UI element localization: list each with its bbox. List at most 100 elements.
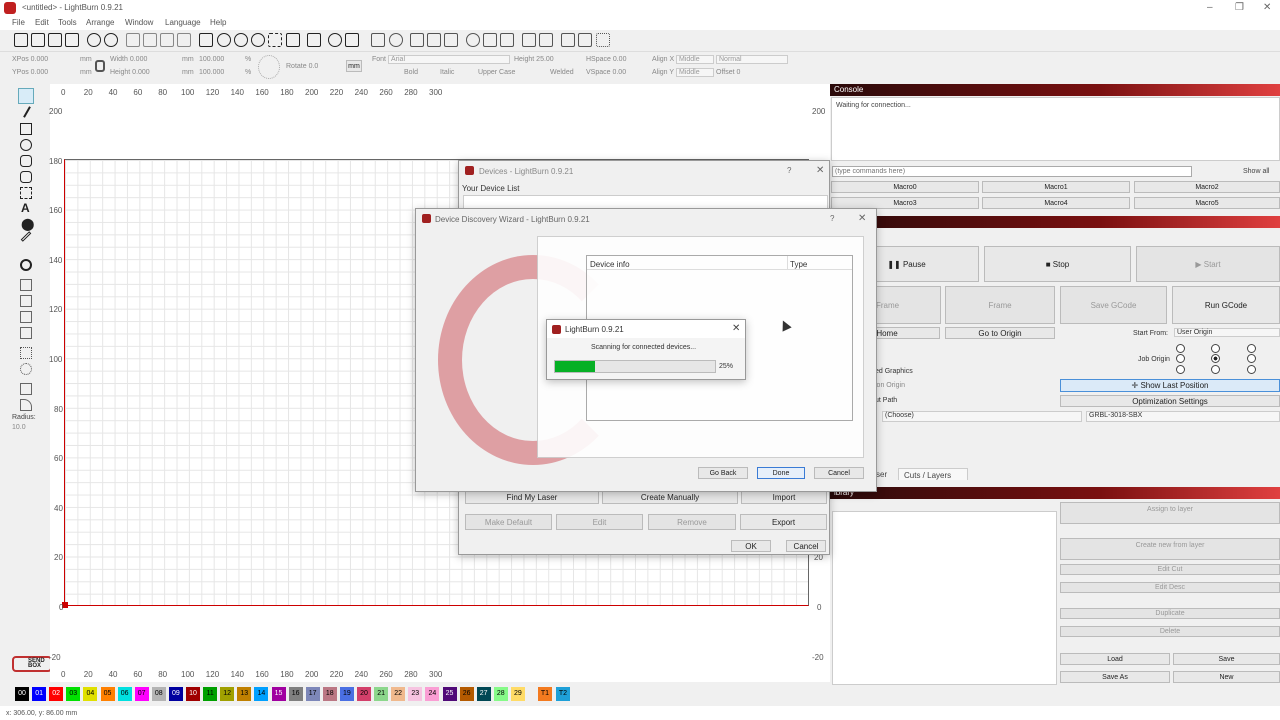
lock-ratio-icon[interactable] [95,60,105,72]
boolean-exclude-icon[interactable] [20,327,32,339]
palette-swatch-27[interactable]: 27 [476,687,491,701]
width-field[interactable]: Width 0.000 [110,56,147,63]
device-select[interactable]: GRBL-3018-SBX [1086,411,1280,422]
pen-tool-icon[interactable] [23,106,31,118]
boolean-subtract-icon[interactable] [20,295,32,307]
text-height-field[interactable]: Height 25.00 [514,56,554,63]
undo-icon[interactable] [87,33,101,47]
job-origin-radio-tc[interactable] [1211,344,1220,353]
start-from-select[interactable]: User Origin [1174,328,1280,337]
palette-swatch-24[interactable]: 24 [425,687,440,701]
align-bottom-icon[interactable] [578,33,592,47]
palette-swatch-18[interactable]: 18 [322,687,337,701]
console-command-input[interactable] [832,166,1192,177]
progress-close-icon[interactable]: ✕ [732,323,740,334]
go-back-button[interactable]: Go Back [698,467,748,479]
stop-button[interactable]: ■ Stop [984,246,1131,282]
distribute-v-icon[interactable] [539,33,553,47]
rotate-field[interactable]: Rotate 0.0 [286,63,318,70]
tab-laser[interactable]: ser [876,470,887,479]
menu-tools[interactable]: Tools [58,18,77,27]
palette-swatch-28[interactable]: 28 [493,687,508,701]
palette-swatch-16[interactable]: 16 [288,687,303,701]
align-top-icon[interactable] [561,33,575,47]
save-file-icon[interactable] [48,33,62,47]
job-origin-radio-mc[interactable] [1211,354,1220,363]
palette-swatch-26[interactable]: 26 [459,687,474,701]
delete-icon[interactable] [177,33,191,47]
delete-button[interactable]: Delete [1060,626,1280,637]
palette-swatch-00[interactable]: 00 [15,687,29,701]
rotate-icon[interactable] [466,33,480,47]
distribute-h-icon[interactable] [522,33,536,47]
macro2-button[interactable]: Macro2 [1134,181,1280,193]
palette-swatch-T1[interactable]: T1 [538,687,552,701]
align-left-icon[interactable] [500,33,514,47]
ellipse-tool-icon[interactable] [20,139,32,151]
cut-icon[interactable] [143,33,157,47]
show-all-checkbox[interactable]: Show all [1243,168,1269,175]
import-device-button[interactable]: Import [741,491,827,504]
vspace-field[interactable]: VSpace 0.00 [586,69,626,76]
wizard-cancel-button[interactable]: Cancel [814,467,864,479]
palette-swatch-20[interactable]: 20 [357,687,371,701]
edit-cut-button[interactable]: Edit Cut [1060,564,1280,575]
zoom-selection-icon[interactable] [268,33,282,47]
palette-swatch-22[interactable]: 22 [391,687,406,701]
bold-checkbox[interactable]: Bold [404,69,418,76]
optimize-cut-path-checkbox[interactable]: ut Path [875,397,897,404]
monitor-icon[interactable] [307,33,321,47]
palette-swatch-10[interactable]: 10 [186,687,200,701]
palette-swatch-09[interactable]: 09 [168,687,183,701]
palette-swatch-08[interactable]: 08 [151,687,166,701]
minimize-icon[interactable]: – [1207,2,1213,13]
export-device-button[interactable]: Export [740,514,827,530]
library-list[interactable] [832,511,1057,685]
help-icon[interactable]: ? [787,166,791,175]
remove-device-button[interactable]: Remove [648,514,736,530]
go-to-origin-button[interactable]: Go to Origin [945,327,1055,339]
save-gcode-button[interactable]: Save GCode [1060,286,1167,324]
palette-swatch-01[interactable]: 01 [32,687,47,701]
duplicate-button[interactable]: Duplicate [1060,608,1280,619]
zoom-fit-icon[interactable] [251,33,265,47]
palette-swatch-06[interactable]: 06 [117,687,132,701]
align-y-select[interactable]: Middle [676,68,714,77]
macro4-button[interactable]: Macro4 [982,197,1130,209]
flip-vertical-icon[interactable] [427,33,441,47]
pentagon-tool-icon[interactable] [20,171,32,183]
settings-gear-icon[interactable] [328,33,342,47]
palette-swatch-13[interactable]: 13 [237,687,252,701]
save-as-button[interactable]: Save As [1060,671,1170,683]
palette-swatch-03[interactable]: 03 [66,687,81,701]
ypos-field[interactable]: YPos 0.000 [12,69,48,76]
align-x-select[interactable]: Middle [676,55,714,64]
weld-tool-icon[interactable] [20,259,32,271]
menu-edit[interactable]: Edit [35,18,49,27]
palette-swatch-17[interactable]: 17 [305,687,320,701]
selected-graphics-checkbox[interactable]: ed Graphics [875,368,913,375]
offset-tool-icon[interactable] [20,187,32,199]
palette-swatch-29[interactable]: 29 [510,687,525,701]
job-origin-radio-ml[interactable] [1176,354,1185,363]
macro0-button[interactable]: Macro0 [831,181,979,193]
menu-language[interactable]: Language [165,18,201,27]
menu-arrange[interactable]: Arrange [86,18,114,27]
boolean-union-icon[interactable] [20,279,32,291]
welded-checkbox[interactable]: Welded [550,69,574,76]
job-origin-radio-bc[interactable] [1211,365,1220,374]
open-file-icon[interactable] [31,33,45,47]
wizard-close-icon[interactable]: ✕ [858,213,866,224]
devices-ok-button[interactable]: OK [731,540,771,552]
job-origin-radio-tl[interactable] [1176,344,1185,353]
palette-swatch-04[interactable]: 04 [83,687,98,701]
edit-device-button[interactable]: Edit [556,514,643,530]
job-origin-radio-mr[interactable] [1247,354,1256,363]
import-icon[interactable] [65,33,79,47]
new-library-button[interactable]: New [1173,671,1280,683]
rectangle-tool-icon[interactable] [20,123,32,135]
move-icon[interactable] [199,33,213,47]
zoom-out-icon[interactable] [234,33,248,47]
create-from-layer-button[interactable]: Create new from layer [1060,538,1280,560]
start-button[interactable]: ▶ Start [1136,246,1280,282]
